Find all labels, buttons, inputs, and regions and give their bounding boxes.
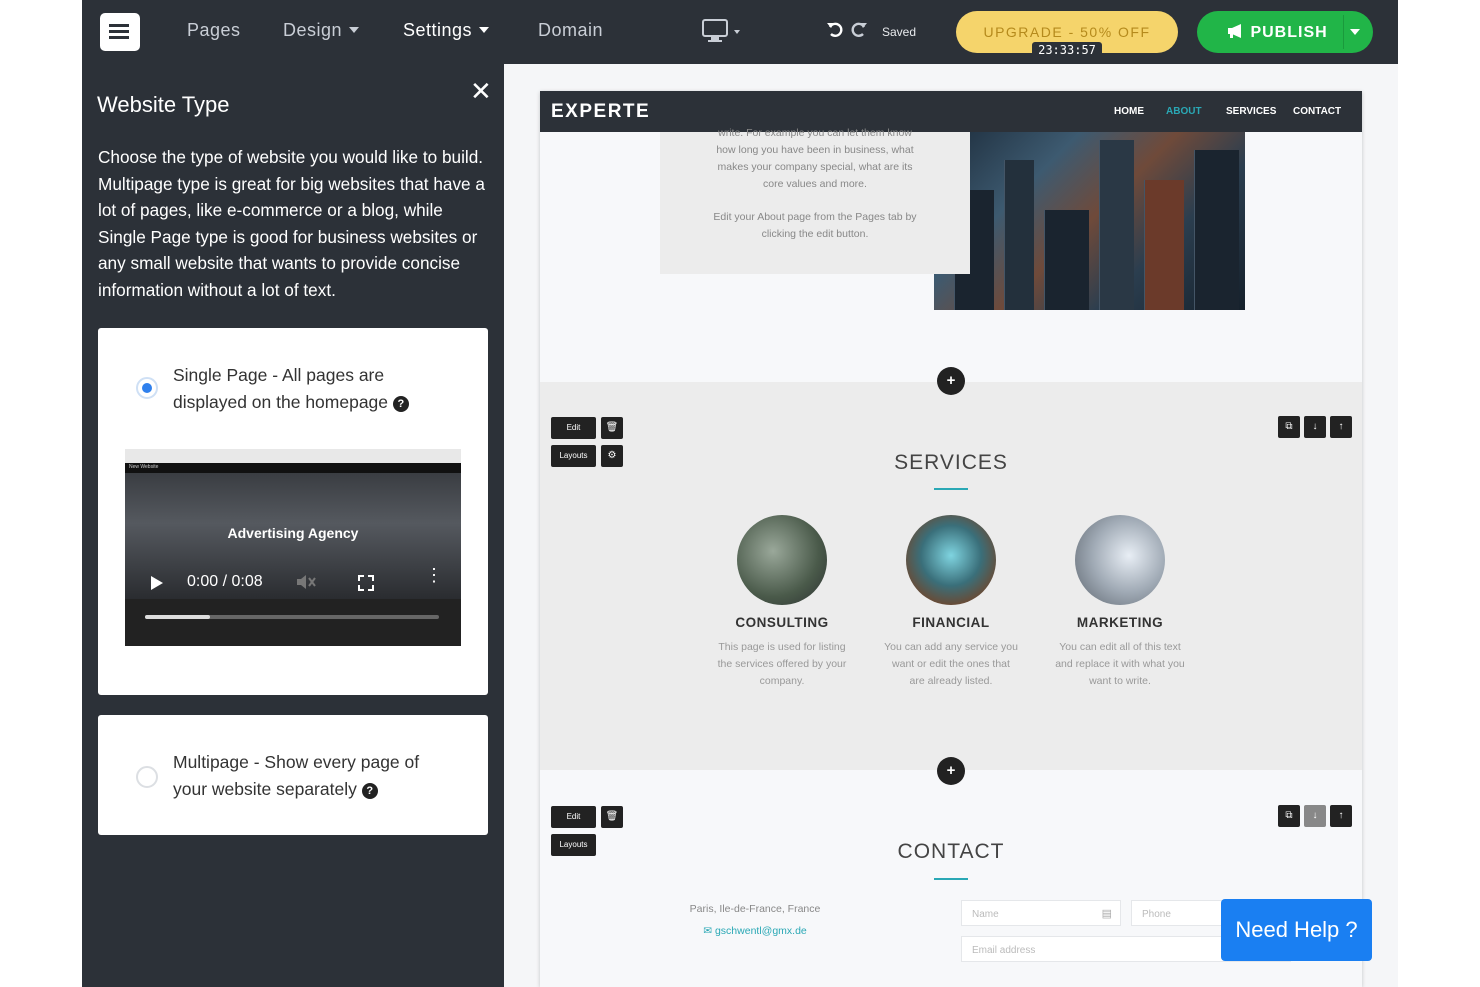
duplicate-section-icon[interactable]: ⧉ — [1278, 416, 1300, 438]
nav-settings[interactable]: Settings — [403, 20, 490, 41]
redo-icon[interactable] — [850, 20, 868, 44]
help-question-icon[interactable]: ? — [392, 395, 409, 412]
about-text-card: write. For example you can let them know… — [660, 127, 970, 274]
site-menu-contact[interactable]: CONTACT — [1293, 106, 1341, 117]
top-toolbar: Pages Design Settings Domain Saved UPGRA… — [82, 0, 1398, 64]
about-section: write. For example you can let them know… — [540, 127, 1362, 382]
video-controls: 0:00 / 0:08 ⋮ — [125, 566, 461, 597]
add-section-button[interactable]: + — [937, 367, 965, 395]
delete-section-icon[interactable]: 🗑 — [601, 806, 623, 828]
contact-card-icon: ▤ — [1101, 908, 1112, 920]
nav-pages[interactable]: Pages — [187, 20, 241, 41]
move-down-icon[interactable]: ↓ — [1304, 805, 1326, 827]
move-up-icon[interactable]: ↑ — [1330, 416, 1352, 438]
more-options-icon[interactable]: ⋮ — [425, 566, 443, 584]
services-section: Edit 🗑 Layouts ⚙ ⧉ ↓ ↑ SERVICES CONSULTI… — [540, 382, 1362, 770]
nav-domain[interactable]: Domain — [538, 20, 603, 41]
sidebar-description: Choose the type of website you would lik… — [98, 147, 485, 300]
close-icon[interactable]: ✕ — [470, 76, 492, 107]
video-time: 0:00 / 0:08 — [187, 573, 263, 590]
site-brand: EXPERTE — [551, 101, 651, 122]
fullscreen-icon[interactable] — [358, 575, 374, 591]
move-down-icon[interactable]: ↓ — [1304, 416, 1326, 438]
consulting-image — [737, 515, 827, 605]
video-progress[interactable] — [145, 615, 439, 619]
video-title: Advertising Agency — [227, 525, 359, 541]
site-menu-services[interactable]: SERVICES — [1226, 106, 1276, 117]
chevron-down-icon — [349, 27, 360, 33]
preview-canvas: EXPERTE HOME ABOUT SERVICES CONTACT writ… — [504, 64, 1398, 987]
menu-logo-icon[interactable] — [100, 13, 140, 51]
option-multipage[interactable]: Multipage - Show every page of your webs… — [98, 715, 488, 835]
option-single-page[interactable]: Single Page - All pages are displayed on… — [98, 328, 488, 695]
publish-options-chevron-icon[interactable] — [1350, 29, 1360, 35]
contact-title: CONTACT — [897, 840, 1005, 863]
site-menu-about[interactable]: ABOUT — [1166, 106, 1202, 117]
mail-icon: ✉ — [703, 925, 713, 937]
edit-section-button[interactable]: Edit — [551, 806, 596, 828]
single-page-label: Single Page - All pages are displayed on… — [173, 362, 453, 415]
delete-section-icon[interactable]: 🗑 — [601, 417, 623, 439]
move-up-icon[interactable]: ↑ — [1330, 805, 1352, 827]
multipage-label: Multipage - Show every page of your webs… — [173, 752, 420, 799]
contact-address: Paris, Ile-de-France, France — [689, 903, 821, 915]
play-icon[interactable] — [151, 576, 163, 590]
desktop-monitor-icon[interactable] — [702, 19, 740, 45]
chevron-down-icon — [479, 27, 490, 33]
edit-section-button[interactable]: Edit — [551, 417, 596, 439]
sidebar-title: Website Type — [97, 92, 230, 117]
editor-app: Pages Design Settings Domain Saved UPGRA… — [82, 0, 1398, 987]
site-menu-home[interactable]: HOME — [1114, 106, 1144, 117]
single-page-radio[interactable] — [136, 377, 158, 399]
settings-sidebar: Website Type ✕ Choose the type of websit… — [82, 64, 504, 987]
need-help-button[interactable]: Need Help ? — [1221, 899, 1372, 961]
add-section-button[interactable]: + — [937, 757, 965, 785]
contact-email[interactable]: ✉ gschwentl@gmx.de — [640, 925, 870, 937]
multipage-radio[interactable] — [136, 766, 158, 788]
marketing-image — [1075, 515, 1165, 605]
help-question-icon[interactable]: ? — [361, 782, 378, 799]
save-status: Saved — [882, 25, 917, 39]
publish-button[interactable]: PUBLISH — [1197, 11, 1373, 53]
mute-icon[interactable] — [295, 573, 317, 594]
duplicate-section-icon[interactable]: ⧉ — [1278, 805, 1300, 827]
city-image — [934, 132, 1245, 310]
website-preview: EXPERTE HOME ABOUT SERVICES CONTACT writ… — [540, 91, 1362, 987]
services-title: SERVICES — [894, 451, 1008, 474]
megaphone-icon — [1228, 24, 1241, 38]
nav-design[interactable]: Design — [283, 20, 360, 41]
financial-image — [906, 515, 996, 605]
upgrade-timer: 23:33:57 — [1032, 42, 1102, 58]
preview-video[interactable]: New Website Advertising Agency 0:00 / 0:… — [125, 449, 461, 646]
undo-icon[interactable] — [826, 20, 844, 44]
name-input[interactable]: Name ▤ — [961, 900, 1121, 926]
